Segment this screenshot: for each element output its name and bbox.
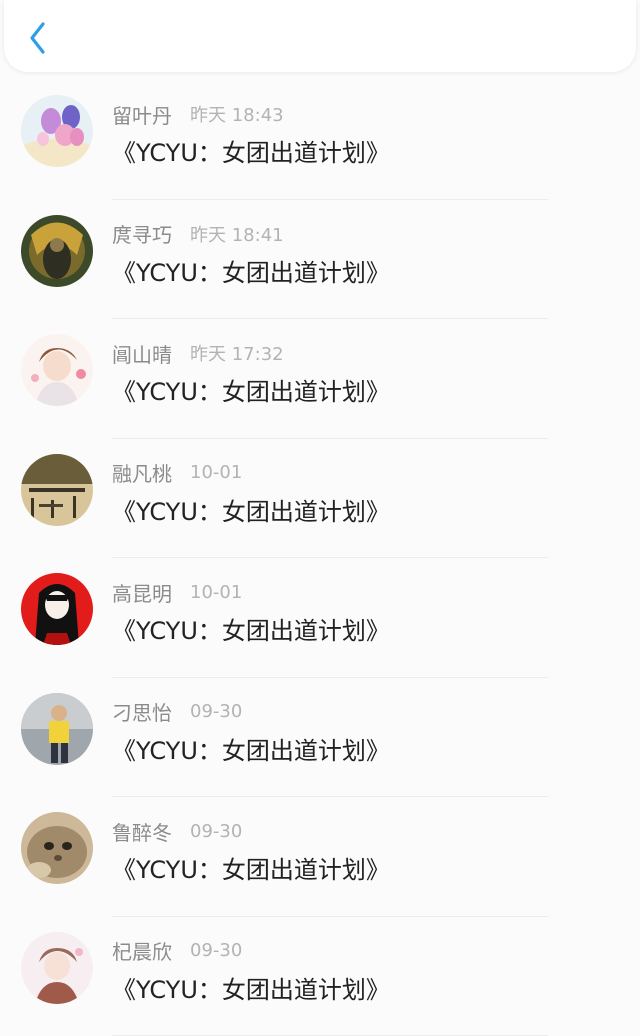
list-item[interactable]: 阊山晴 昨天 17:32 《YCYU：女团出道计划》 bbox=[0, 319, 640, 439]
list-item[interactable]: 鲁醉冬 09-30 《YCYU：女团出道计划》 bbox=[0, 797, 640, 917]
avatar[interactable] bbox=[21, 693, 93, 765]
list-item[interactable]: 融凡桃 10-01 《YCYU：女团出道计划》 bbox=[0, 439, 640, 559]
item-title[interactable]: 《YCYU：女团出道计划》 bbox=[112, 492, 390, 527]
item-title[interactable]: 《YCYU：女团出道计划》 bbox=[112, 133, 390, 168]
timestamp: 昨天 18:43 bbox=[190, 101, 284, 127]
user-name[interactable]: 留叶丹 bbox=[112, 100, 172, 129]
item-title[interactable]: 《YCYU：女团出道计划》 bbox=[112, 253, 390, 288]
user-name[interactable]: 融凡桃 bbox=[112, 458, 172, 487]
timestamp: 10-01 bbox=[190, 462, 242, 483]
item-title[interactable]: 《YCYU：女团出道计划》 bbox=[112, 611, 390, 646]
chevron-left-icon bbox=[27, 21, 47, 55]
list-item[interactable]: 高昆明 10-01 《YCYU：女团出道计划》 bbox=[0, 558, 640, 678]
user-name[interactable]: 鲁醉冬 bbox=[112, 817, 172, 846]
item-title[interactable]: 《YCYU：女团出道计划》 bbox=[112, 731, 390, 766]
item-title[interactable]: 《YCYU：女团出道计划》 bbox=[112, 970, 390, 1005]
list-item[interactable]: 留叶丹 昨天 18:43 《YCYU：女团出道计划》 bbox=[0, 80, 640, 200]
list-item[interactable]: 刁思怡 09-30 《YCYU：女团出道计划》 bbox=[0, 678, 640, 798]
avatar[interactable] bbox=[21, 573, 93, 645]
top-bar bbox=[4, 0, 636, 72]
item-title[interactable]: 《YCYU：女团出道计划》 bbox=[112, 372, 390, 407]
timestamp: 昨天 18:41 bbox=[190, 221, 284, 247]
user-name[interactable]: 庹寻巧 bbox=[112, 219, 172, 248]
avatar[interactable] bbox=[21, 454, 93, 526]
avatar[interactable] bbox=[21, 334, 93, 406]
item-title[interactable]: 《YCYU：女团出道计划》 bbox=[112, 850, 390, 885]
back-button[interactable] bbox=[22, 18, 52, 58]
avatar[interactable] bbox=[21, 932, 93, 1004]
avatar[interactable] bbox=[21, 812, 93, 884]
user-name[interactable]: 高昆明 bbox=[112, 578, 172, 607]
list-item[interactable]: 杞晨欣 09-30 《YCYU：女团出道计划》 bbox=[0, 917, 640, 1036]
timestamp: 10-01 bbox=[190, 582, 242, 603]
user-name[interactable]: 杞晨欣 bbox=[112, 936, 172, 965]
timestamp: 09-30 bbox=[190, 940, 242, 961]
timestamp: 09-30 bbox=[190, 701, 242, 722]
user-name[interactable]: 刁思怡 bbox=[112, 697, 172, 726]
comment-list: 留叶丹 昨天 18:43 《YCYU：女团出道计划》 庹寻巧 昨天 18:41 … bbox=[0, 80, 640, 1036]
user-name[interactable]: 阊山晴 bbox=[112, 339, 172, 368]
avatar[interactable] bbox=[21, 215, 93, 287]
timestamp: 09-30 bbox=[190, 821, 242, 842]
timestamp: 昨天 17:32 bbox=[190, 340, 284, 366]
avatar[interactable] bbox=[21, 95, 93, 167]
list-item[interactable]: 庹寻巧 昨天 18:41 《YCYU：女团出道计划》 bbox=[0, 200, 640, 320]
